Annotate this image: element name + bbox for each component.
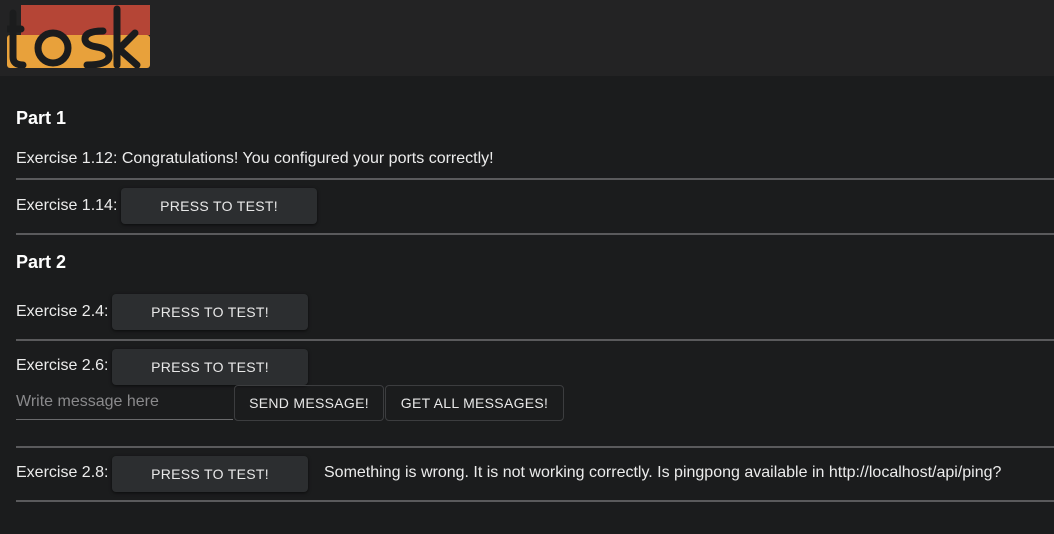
exercise-1-14-label: Exercise 1.14: <box>16 197 118 214</box>
part2-title: Part 2 <box>16 252 67 272</box>
part1-title: Part 1 <box>16 108 67 128</box>
app-header <box>0 0 1054 76</box>
divider <box>16 446 1054 448</box>
get-all-messages-button[interactable]: GET ALL MESSAGES! <box>385 385 564 421</box>
exercise-2-6-label: Exercise 2.6: <box>16 357 109 374</box>
exercise-2-4-label: Exercise 2.4: <box>16 303 109 320</box>
divider <box>16 233 1054 235</box>
divider <box>16 178 1054 180</box>
message-input[interactable] <box>16 385 233 420</box>
exercise-2-8-status: Something is wrong. It is not working co… <box>324 464 1002 481</box>
divider <box>16 500 1054 502</box>
toska-logo <box>7 5 150 68</box>
exercise-2-8-label: Exercise 2.8: <box>16 464 109 481</box>
exercise-2-4-test-button[interactable]: PRESS TO TEST! <box>112 294 308 330</box>
exercise-2-6-test-button[interactable]: PRESS TO TEST! <box>112 349 308 385</box>
send-message-button[interactable]: SEND MESSAGE! <box>234 385 384 421</box>
exercise-2-8-test-button[interactable]: PRESS TO TEST! <box>112 456 308 492</box>
exercise-1-12-text: Exercise 1.12: Congratulations! You conf… <box>16 150 494 167</box>
exercise-1-14-test-button[interactable]: PRESS TO TEST! <box>121 188 317 224</box>
divider <box>16 339 1054 341</box>
